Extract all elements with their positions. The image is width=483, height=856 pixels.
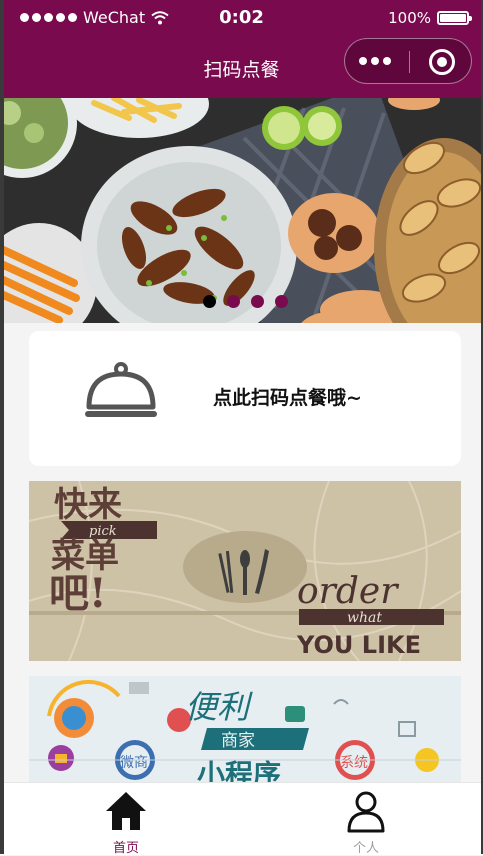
promo-menu-image: 快来 pick 菜单 吧! order what YOU LIKE	[29, 481, 461, 661]
promo-banner-miniprogram[interactable]: 微商 便利 商家 小程序 系统	[29, 676, 461, 782]
promo-miniprogram-image: 微商 便利 商家 小程序 系统	[29, 676, 461, 782]
window-frame-left	[0, 0, 4, 854]
battery-group: 100%	[388, 9, 472, 27]
tab-profile[interactable]: 个人	[306, 783, 426, 856]
food-cloche-icon	[85, 362, 157, 417]
tab-profile-label: 个人	[352, 841, 379, 856]
tab-home-label: 首页	[112, 841, 139, 856]
carousel-pagination	[203, 295, 288, 308]
home-icon	[106, 792, 146, 830]
tab-bar: 首页 个人	[0, 782, 483, 856]
more-options-button[interactable]	[359, 57, 391, 65]
status-bar: WeChat 0:02 100%	[0, 0, 483, 38]
promo-text-order: order	[297, 571, 399, 612]
battery-percent: 100%	[388, 9, 431, 27]
promo2-btn-weishang: 微商	[120, 755, 148, 771]
carousel-dot[interactable]	[203, 295, 216, 308]
battery-icon	[437, 11, 472, 25]
banner-carousel[interactable]	[4, 98, 481, 323]
carousel-dot[interactable]	[227, 295, 240, 308]
banner-food-image	[4, 98, 481, 323]
carousel-dot[interactable]	[275, 295, 288, 308]
person-icon	[347, 791, 385, 833]
promo-text-kuailai: 快来	[54, 485, 122, 525]
tab-home[interactable]: 首页	[66, 783, 186, 856]
promo2-tail: 小程序	[197, 758, 281, 782]
promo2-btn-xitong: 系统	[340, 755, 368, 771]
promo-banner-menu[interactable]: 快来 pick 菜单 吧! order what YOU LIKE	[29, 481, 461, 661]
close-mini-program-button[interactable]	[429, 49, 455, 75]
scan-order-card[interactable]: 点此扫码点餐哦~	[29, 331, 461, 466]
promo-text-you-like: YOU LIKE	[296, 631, 421, 659]
scan-order-label: 点此扫码点餐哦~	[213, 387, 362, 409]
promo2-sub: 商家	[221, 731, 255, 751]
navigation-bar: 扫码点餐	[0, 38, 483, 98]
mini-program-capsule	[344, 38, 472, 84]
capsule-divider	[409, 51, 410, 73]
promo2-title: 便利	[185, 688, 253, 726]
promo-text-ba: 吧!	[49, 570, 107, 617]
carousel-dot[interactable]	[251, 295, 264, 308]
promo-text-what: what	[347, 610, 382, 626]
